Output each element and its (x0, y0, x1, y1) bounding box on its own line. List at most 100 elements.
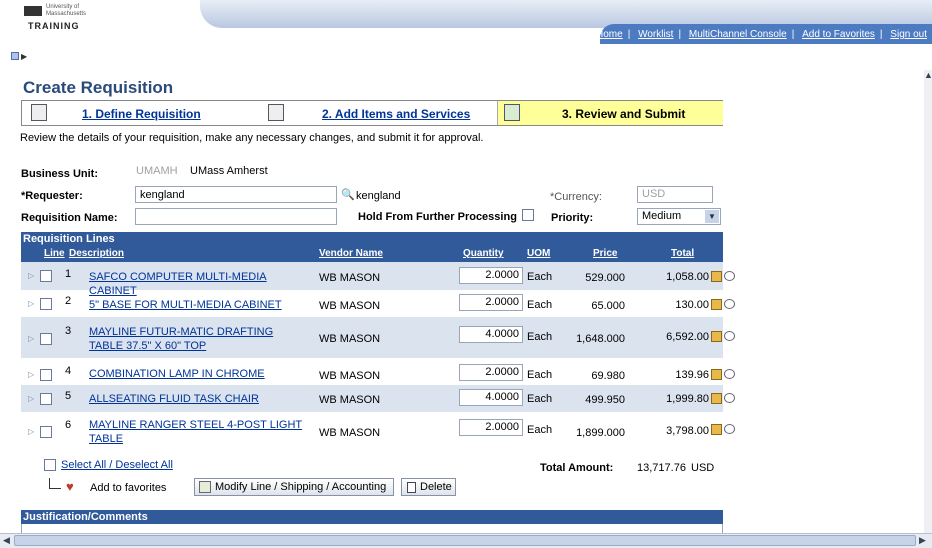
row-checkbox[interactable] (40, 270, 52, 282)
step-define-requisition[interactable]: 1. Define Requisition (82, 107, 201, 121)
price: 529.000 (585, 272, 625, 284)
row-checkbox[interactable] (40, 333, 52, 345)
requisition-lines-header: Requisition Lines (21, 232, 723, 246)
expand-icon[interactable]: ▷ (28, 427, 34, 436)
row-checkbox[interactable] (40, 426, 52, 438)
col-uom[interactable]: UOM (527, 248, 550, 259)
comment-icon[interactable] (724, 271, 735, 281)
add-to-favorites-button[interactable]: Add to favorites (84, 480, 194, 498)
modify-line-button[interactable]: Modify Line / Shipping / Accounting (194, 478, 394, 496)
quantity-input[interactable]: 2.0000 (459, 419, 523, 436)
nav-home[interactable]: Home (591, 29, 628, 40)
quantity-input[interactable]: 2.0000 (459, 364, 523, 381)
item-description-link[interactable]: 5" BASE FOR MULTI-MEDIA CABINET (89, 298, 304, 312)
requisition-name-label: Requisition Name: (21, 212, 118, 224)
total-amount-value: 13,717.76 (637, 462, 686, 474)
line-number: 4 (65, 365, 72, 377)
row-checkbox[interactable] (40, 393, 52, 405)
nav-add-to-favorites[interactable]: Add to Favorites (797, 29, 880, 40)
table-row: ▷ 4 COMBINATION LAMP IN CHROME WB MASON … (21, 358, 735, 385)
col-total[interactable]: Total (671, 248, 694, 259)
expand-icon[interactable]: ▷ (28, 299, 34, 308)
scroll-right-icon[interactable]: ▶ (919, 535, 926, 546)
requester-input[interactable] (135, 186, 337, 203)
scroll-left-icon[interactable]: ◀ (3, 535, 10, 546)
search-icon[interactable]: 🔍 (341, 188, 355, 201)
requester-lookup-text: kengland (356, 190, 401, 202)
line-details-icon[interactable] (711, 369, 722, 380)
item-description-link[interactable]: COMBINATION LAMP IN CHROME (89, 367, 304, 381)
step-add-items[interactable]: 2. Add Items and Services (322, 107, 470, 121)
comment-icon[interactable] (724, 393, 735, 403)
vertical-scrollbar[interactable]: ▲ (924, 70, 932, 536)
expand-icon[interactable]: ▷ (28, 394, 34, 403)
modify-line-icon (199, 481, 211, 493)
vendor-name: WB MASON (319, 300, 381, 312)
line-number: 6 (65, 419, 72, 431)
col-description[interactable]: Description (69, 248, 124, 259)
header-nav: Home | Worklist | MultiChannel Console | Ad… (591, 29, 932, 43)
umass-logo-icon (24, 6, 42, 16)
table-row: ▷ 5 ALLSEATING FLUID TASK CHAIR WB MASON… (21, 385, 735, 412)
nav-worklist[interactable]: Worklist (633, 29, 678, 40)
col-vendor-name[interactable]: Vendor Name (319, 248, 383, 259)
menu-toggle-icon[interactable] (11, 52, 19, 60)
scroll-up-icon[interactable]: ▲ (924, 70, 932, 80)
line-details-icon[interactable] (711, 393, 722, 404)
menu-arrow-icon[interactable]: ▶ (21, 52, 27, 61)
item-description-link[interactable]: ALLSEATING FLUID TASK CHAIR (89, 392, 304, 406)
line-total: 6,592.00 (666, 331, 709, 343)
table-row: ▷ 2 5" BASE FOR MULTI-MEDIA CABINET WB M… (21, 290, 735, 317)
col-line[interactable]: Line (44, 248, 65, 259)
requester-label: *Requester: (21, 190, 83, 202)
vendor-name: WB MASON (319, 333, 381, 345)
business-unit-value: UMAMH (136, 165, 178, 177)
quantity-input[interactable]: 2.0000 (459, 294, 523, 311)
row-checkbox[interactable] (40, 369, 52, 381)
priority-select[interactable]: Medium ▼ (637, 208, 721, 225)
quantity-input[interactable]: 4.0000 (459, 326, 523, 343)
horizontal-scroll-thumb[interactable] (14, 535, 916, 546)
requisition-name-input[interactable] (135, 208, 337, 225)
nav-sign-out[interactable]: Sign out (885, 29, 932, 40)
modify-line-label: Modify Line / Shipping / Accounting (215, 481, 387, 493)
line-details-icon[interactable] (711, 331, 722, 342)
hold-checkbox[interactable] (522, 209, 534, 221)
add-favorites-icon[interactable]: ♥ (66, 479, 74, 494)
row-checkbox[interactable] (40, 298, 52, 310)
comment-icon[interactable] (724, 331, 735, 341)
university-name: University of Massachusetts (46, 4, 87, 17)
line-details-icon[interactable] (711, 299, 722, 310)
nav-multichannel-console[interactable]: MultiChannel Console (684, 29, 792, 40)
total-amount-label: Total Amount: (540, 462, 614, 474)
page-title: Create Requisition (23, 78, 174, 97)
line-total: 3,798.00 (666, 425, 709, 437)
quantity-input[interactable]: 4.0000 (459, 389, 523, 406)
col-price[interactable]: Price (593, 248, 617, 259)
expand-icon[interactable]: ▷ (28, 271, 34, 280)
comment-icon[interactable] (724, 369, 735, 379)
comment-icon[interactable] (724, 424, 735, 434)
col-quantity[interactable]: Quantity (463, 248, 504, 259)
select-all-link[interactable]: Select All / Deselect All (61, 459, 173, 471)
select-all-checkbox[interactable] (44, 459, 56, 471)
quantity-input[interactable]: 2.0000 (459, 267, 523, 284)
line-total: 1,058.00 (666, 271, 709, 283)
header: University of Massachusetts TRAINING Hom… (0, 0, 932, 44)
line-details-icon[interactable] (711, 271, 722, 282)
expand-icon[interactable]: ▷ (28, 370, 34, 379)
define-requisition-icon (31, 104, 47, 121)
chevron-down-icon[interactable]: ▼ (705, 210, 719, 223)
expand-icon[interactable]: ▷ (28, 334, 34, 343)
review-submit-icon (504, 104, 520, 121)
currency-field: USD (637, 186, 713, 203)
delete-button[interactable]: Delete (401, 478, 456, 496)
price: 65.000 (591, 300, 625, 312)
line-details-icon[interactable] (711, 424, 722, 435)
comment-icon[interactable] (724, 299, 735, 309)
priority-value: Medium (642, 210, 682, 222)
item-description-link[interactable]: MAYLINE FUTUR-MATIC DRAFTING TABLE 37.5"… (89, 325, 304, 353)
item-description-link[interactable]: MAYLINE RANGER STEEL 4-POST LIGHT TABLE (89, 418, 304, 446)
table-row: ▷ 3 MAYLINE FUTUR-MATIC DRAFTING TABLE 3… (21, 317, 735, 358)
line-number: 1 (65, 268, 72, 280)
